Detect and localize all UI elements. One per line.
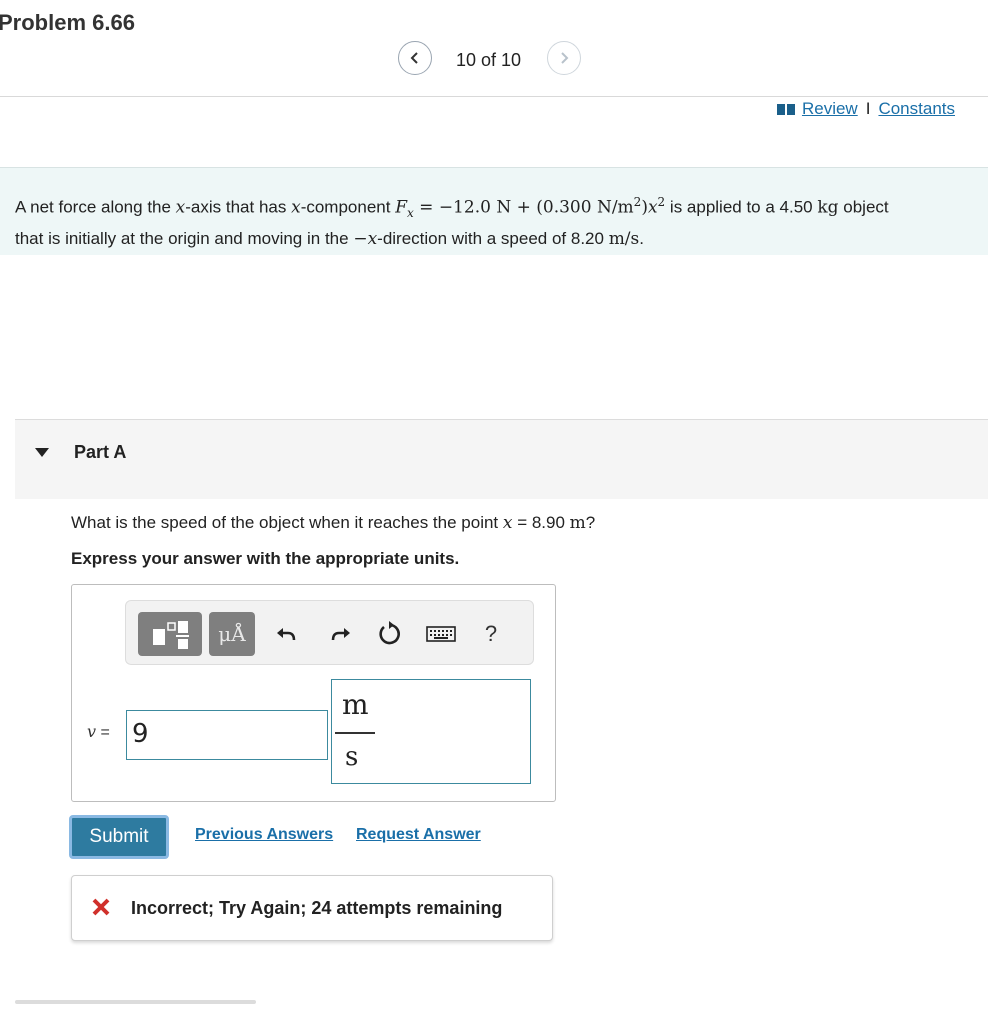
math-equation: = −12.0 N + (0.300 N/m xyxy=(413,197,634,218)
caret-down-icon xyxy=(35,448,49,457)
review-links: Review I Constants xyxy=(776,99,955,119)
question-pre: What is the speed of the object when it … xyxy=(71,513,503,532)
math-x: x xyxy=(291,197,301,218)
review-link[interactable]: Review xyxy=(802,99,858,119)
question-unit: m xyxy=(569,513,586,533)
feedback-message: Incorrect; Try Again; 24 attempts remain… xyxy=(131,898,503,918)
math-force: F xyxy=(395,197,407,218)
redo-button[interactable] xyxy=(326,619,356,649)
feedback-box: Incorrect; Try Again; 24 attempts remain… xyxy=(71,875,553,941)
math-x: x xyxy=(175,197,186,218)
unit-numerator: m xyxy=(342,688,369,721)
answer-variable-label: v = xyxy=(87,722,110,742)
fraction-bar xyxy=(335,732,375,734)
header-divider xyxy=(0,96,988,97)
problem-statement-box: A net force along the x-axis that has x-… xyxy=(0,167,988,255)
redo-icon xyxy=(331,628,350,641)
problem-text-1: A net force along the xyxy=(15,197,176,217)
templates-icon xyxy=(153,621,189,649)
next-problem-button[interactable] xyxy=(547,41,581,75)
answer-variable: v xyxy=(87,722,97,741)
problem-statement: A net force along the x-axis that has x-… xyxy=(15,190,985,252)
unit-denominator: s xyxy=(345,742,359,772)
keyboard-button[interactable] xyxy=(424,619,458,649)
help-button[interactable]: ? xyxy=(476,619,506,649)
request-answer-link[interactable]: Request Answer xyxy=(356,826,481,844)
problem-text-3: -component xyxy=(300,197,396,217)
problem-counter: 10 of 10 xyxy=(456,50,522,70)
problem-text-2: -axis that has xyxy=(185,197,292,217)
previous-problem-button[interactable] xyxy=(398,41,432,75)
units-button[interactable]: μÅ xyxy=(209,612,255,656)
math-toolbar: μÅ ? xyxy=(125,600,534,665)
constants-link[interactable]: Constants xyxy=(878,99,955,119)
keyboard-icon xyxy=(426,626,456,642)
answer-equals: = xyxy=(96,724,110,741)
bottom-divider xyxy=(15,1000,256,1004)
problem-text-7: -direction with a speed of 8.20 xyxy=(377,229,609,249)
problem-text-4: is applied to a 4.50 xyxy=(665,197,818,217)
part-label: Part A xyxy=(74,442,127,462)
math-minus: − xyxy=(353,229,368,250)
units-label: μÅ xyxy=(218,622,246,646)
math-equation-close: ) xyxy=(641,197,648,218)
problem-text-5: object xyxy=(838,197,889,217)
math-x: x xyxy=(367,229,378,250)
previous-answers-link[interactable]: Previous Answers xyxy=(195,826,333,844)
reset-icon xyxy=(379,621,400,645)
answer-value-input[interactable]: 9 xyxy=(126,710,328,760)
link-separator: I xyxy=(865,99,871,118)
math-x: x xyxy=(647,197,658,218)
math-kg-unit: kg xyxy=(817,197,839,218)
problem-text-8: . xyxy=(639,229,644,249)
question-value: = 8.90 xyxy=(512,513,570,532)
problem-title: Problem 6.66 xyxy=(0,10,135,35)
chevron-left-icon xyxy=(410,52,418,64)
book-icon xyxy=(776,104,795,115)
chevron-right-icon xyxy=(561,52,569,64)
reset-button[interactable] xyxy=(374,619,404,649)
part-a-header[interactable]: Part A xyxy=(15,419,988,499)
question-text: What is the speed of the object when it … xyxy=(71,513,595,533)
undo-button[interactable] xyxy=(271,619,301,649)
answer-units-input[interactable]: m s xyxy=(331,679,531,784)
problem-text-6: that is initially at the origin and movi… xyxy=(15,229,354,249)
answer-instruction: Express your answer with the appropriate… xyxy=(71,549,460,568)
templates-button[interactable] xyxy=(138,612,202,656)
submit-button[interactable]: Submit xyxy=(69,815,169,859)
incorrect-x-icon xyxy=(92,898,110,916)
math-speed-unit: m/s xyxy=(608,229,640,250)
math-subscript: x xyxy=(406,206,414,221)
undo-icon xyxy=(277,628,296,641)
question-post: ? xyxy=(585,513,596,532)
